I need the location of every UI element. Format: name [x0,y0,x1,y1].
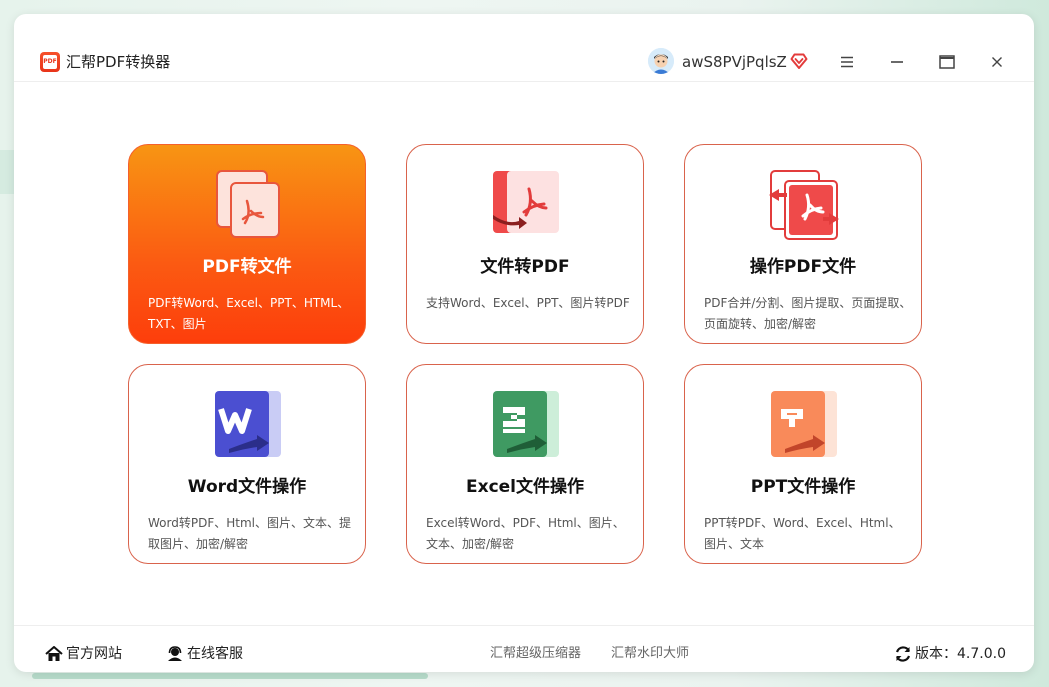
card-excel-operate[interactable]: Excel文件操作 Excel转Word、PDF、Html、图片、文本、加密/解… [406,364,644,564]
card-description: PDF合并/分割、图片提取、页面提取、页面旋转、加密/解密 [704,296,912,331]
customer-service-icon [168,646,182,661]
version-info[interactable]: 版本：4.7.0.0 [894,644,1006,664]
card-title: Word文件操作 [187,477,307,497]
card-title: PPT文件操作 [750,477,856,497]
card-description: PPT转PDF、Word、Excel、Html、图片、文本 [704,516,901,551]
pdf-operate-icon [767,167,841,241]
card-title: Excel文件操作 [465,477,584,497]
card-ppt-operate[interactable]: PPT文件操作 PPT转PDF、Word、Excel、Html、图片、文本 [684,364,922,564]
card-title: 文件转PDF [480,257,570,277]
pdf-to-file-icon [211,167,285,241]
excel-icon [489,387,563,461]
online-service-label: 在线客服 [187,646,243,662]
home-icon [45,646,63,661]
app-window: PDF 汇帮PDF转换器 awS8PVjPqlsZ PDF转文件 PDF转Wor… [14,14,1034,672]
menu-icon[interactable] [835,50,859,74]
card-title: 操作PDF文件 [749,257,857,277]
close-icon[interactable] [985,50,1009,74]
ppt-icon [767,387,841,461]
vip-diamond-icon[interactable] [790,52,808,70]
app-title: 汇帮PDF转换器 [66,53,171,71]
card-pdf-to-file[interactable]: PDF转文件 PDF转Word、Excel、PPT、HTML、TXT、图片 [128,144,366,344]
card-description: Excel转Word、PDF、Html、图片、文本、加密/解密 [426,516,625,551]
watermark-link[interactable]: 汇帮水印大师 [611,644,689,664]
official-website-label: 官方网站 [66,646,122,662]
app-logo-icon: PDF [40,52,60,72]
compressor-link[interactable]: 汇帮超级压缩器 [490,644,581,664]
refresh-icon [895,646,911,662]
version-label: 版本：4.7.0.0 [915,646,1006,662]
card-description: PDF转Word、Excel、PPT、HTML、TXT、图片 [148,296,350,331]
card-title: PDF转文件 [202,257,292,277]
app-logo-text: PDF [43,55,57,69]
card-word-operate[interactable]: Word文件操作 Word转PDF、Html、图片、文本、提取图片、加密/解密 [128,364,366,564]
online-service-link[interactable]: 在线客服 [166,644,243,664]
maximize-icon[interactable] [935,50,959,74]
username[interactable]: awS8PVjPqlsZ [682,52,787,72]
official-website-link[interactable]: 官方网站 [45,644,122,664]
file-to-pdf-icon [489,167,563,241]
card-description: 支持Word、Excel、PPT、图片转PDF [426,296,630,310]
minimize-icon[interactable] [885,50,909,74]
background-bar [32,673,428,679]
word-icon [211,387,285,461]
card-pdf-operate[interactable]: 操作PDF文件 PDF合并/分割、图片提取、页面提取、页面旋转、加密/解密 [684,144,922,344]
footer-bar: 官方网站 在线客服 汇帮超级压缩器 汇帮水印大师 版本：4.7.0.0 [14,625,1034,672]
card-description: Word转PDF、Html、图片、文本、提取图片、加密/解密 [148,516,351,551]
avatar[interactable] [648,48,674,74]
card-file-to-pdf[interactable]: 文件转PDF 支持Word、Excel、PPT、图片转PDF [406,144,644,344]
title-bar: PDF 汇帮PDF转换器 awS8PVjPqlsZ [14,14,1034,82]
